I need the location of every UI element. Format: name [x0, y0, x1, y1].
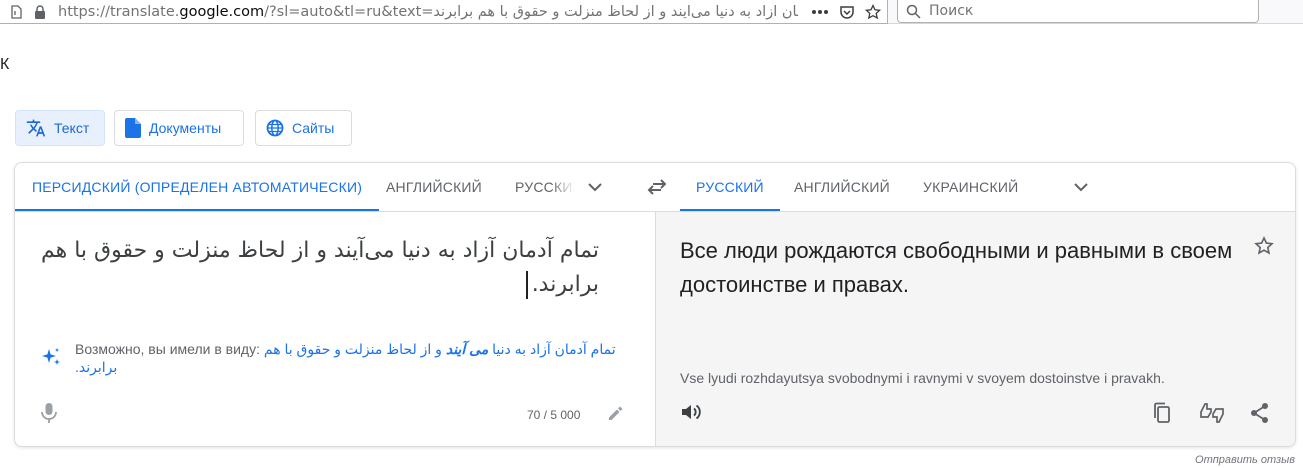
clipped-heading: К: [0, 56, 10, 73]
browser-search-input[interactable]: Поиск: [897, 0, 1259, 23]
save-translation-star-icon[interactable]: [1254, 236, 1274, 261]
rate-translation-icon[interactable]: [1199, 402, 1225, 429]
source-lang-tab-detected[interactable]: ПЕРСИДСКИЙ (ОПРЕДЕЛЕН АВТОМАТИЧЕСКИ): [15, 163, 380, 211]
source-lang-tab-english[interactable]: АНГЛИЙСКИЙ: [386, 163, 482, 211]
mode-text-label: Текст: [54, 120, 90, 136]
source-textarea[interactable]: تمام آدمان آزاد به دنیا می‌آیند و از لحا…: [39, 234, 599, 302]
globe-icon: [266, 119, 284, 137]
speaker-icon[interactable]: [680, 402, 702, 427]
language-bar: ПЕРСИДСКИЙ (ОПРЕДЕЛЕН АВТОМАТИЧЕСКИ) АНГ…: [15, 163, 1295, 211]
source-lang-chevron-down-icon[interactable]: [583, 175, 607, 199]
search-placeholder: Поиск: [929, 3, 974, 19]
swap-languages-icon[interactable]: [645, 175, 669, 199]
mode-sites-button[interactable]: Сайты: [255, 110, 352, 146]
mode-documents-button[interactable]: Документы: [114, 110, 244, 146]
sparkle-icon: [42, 348, 60, 365]
translate-icon: [26, 119, 46, 137]
text-caret: [525, 271, 528, 299]
target-lang-chevron-down-icon[interactable]: [1069, 175, 1093, 199]
mode-sites-label: Сайты: [292, 120, 335, 136]
lock-icon: [32, 4, 48, 20]
target-lang-tab-russian[interactable]: РУССКИЙ: [680, 163, 780, 211]
send-feedback-link[interactable]: Отправить отзыв: [1195, 454, 1295, 466]
site-info-icon[interactable]: [8, 4, 24, 20]
translation-card: ПЕРСИДСКИЙ (ОПРЕДЕЛЕН АВТОМАТИЧЕСКИ) АНГ…: [14, 162, 1296, 447]
did-you-mean: Возможно, вы имели в виду: تمام آدمان آز…: [39, 340, 639, 376]
search-icon: [906, 4, 921, 19]
url-bar[interactable]: https://translate.google.com/?sl=auto&tl…: [0, 0, 888, 24]
target-lang-tab-english[interactable]: АНГЛИЙСКИЙ: [794, 163, 890, 211]
char-counter: 70 / 5 000: [527, 408, 581, 422]
suggestion-prefix: Возможно, вы имели в виду:: [75, 341, 264, 357]
pocket-icon[interactable]: [839, 4, 855, 20]
copy-icon[interactable]: [1152, 402, 1172, 429]
translation-output: Все люди рождаются свободными и равными …: [680, 238, 1233, 297]
suggestion-text: Возможно, вы имели в виду: تمام آدمان آز…: [75, 340, 639, 376]
source-lang-tab-russian[interactable]: РУССКИЙ: [515, 163, 575, 211]
mode-documents-label: Документы: [149, 120, 222, 136]
pencil-icon[interactable]: [607, 404, 625, 427]
source-pane: تمام آدمان آزاد به دنیا می‌آیند و از لحا…: [15, 211, 655, 446]
more-actions-icon[interactable]: [811, 9, 829, 15]
share-icon[interactable]: [1250, 402, 1270, 429]
browser-toolbar: https://translate.google.com/?sl=auto&tl…: [0, 0, 1303, 24]
microphone-icon[interactable]: [39, 402, 59, 429]
mode-text-button[interactable]: Текст: [15, 110, 105, 146]
bookmark-star-icon[interactable]: [865, 4, 881, 20]
document-icon: [125, 118, 141, 138]
transliteration: Vse lyudi rozhdayutsya svobodnymi i ravn…: [680, 370, 1165, 386]
target-pane: Все люди рождаются свободными и равными …: [655, 211, 1295, 446]
url-text[interactable]: https://translate.google.com/?sl=auto&tl…: [58, 4, 798, 20]
target-lang-tab-ukrainian[interactable]: УКРАИНСКИЙ: [923, 163, 1018, 211]
